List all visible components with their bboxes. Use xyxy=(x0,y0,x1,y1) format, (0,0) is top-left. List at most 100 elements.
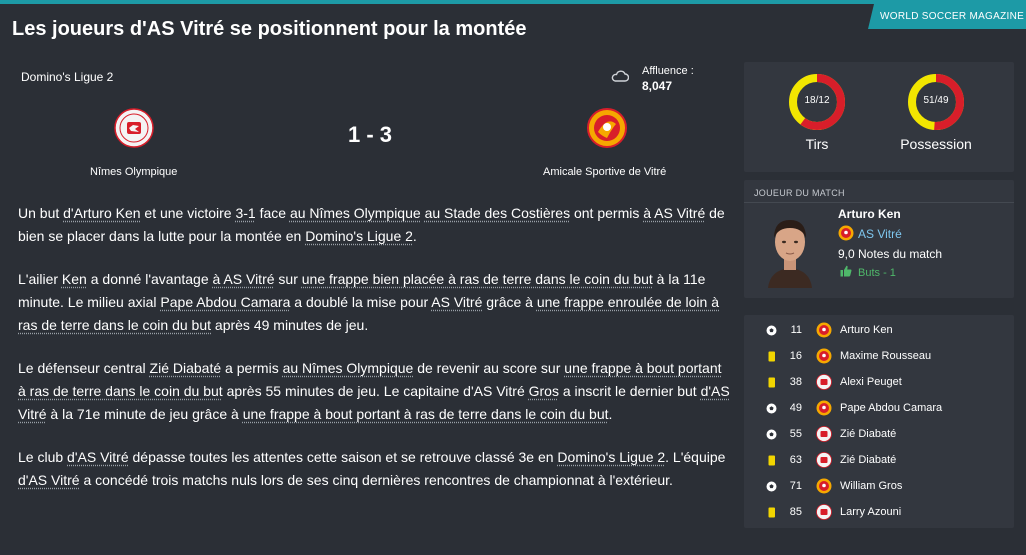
event-minute: 85 xyxy=(789,506,802,518)
article-link[interactable]: au Nîmes Olympique xyxy=(283,360,414,376)
article-text: a permis xyxy=(221,360,283,376)
article-text: de revenir au score sur xyxy=(413,360,565,376)
event-row[interactable]: 55 Zié Diabaté xyxy=(744,421,1014,447)
article-text: Le club xyxy=(18,449,68,465)
article-text: L'ailier xyxy=(18,271,62,287)
football-icon xyxy=(766,429,777,440)
yellow-card-icon xyxy=(768,351,775,362)
event-row[interactable]: 16 Maxime Rousseau xyxy=(744,343,1014,369)
article-paragraph: Le club d'AS Vitré dépasse toutes les at… xyxy=(18,446,730,492)
article-body: Un but d'Arturo Ken et une victoire 3-1 … xyxy=(18,202,730,512)
football-icon xyxy=(766,481,777,492)
article-link[interactable]: au Nîmes Olympique xyxy=(290,205,421,221)
article-text: sur xyxy=(274,271,302,287)
article-link[interactable]: Pape Abdou Camara xyxy=(160,294,290,310)
event-player[interactable]: Larry Azouni xyxy=(840,506,901,518)
article-paragraph: Le défenseur central Zié Diabaté a permi… xyxy=(18,357,730,426)
home-team-crest[interactable] xyxy=(114,108,154,148)
player-of-match-card[interactable]: JOUEUR DU MATCH Arturo Ken AS Vitré 9,0 … xyxy=(744,180,1014,298)
event-row[interactable]: 63 Zié Diabaté xyxy=(744,447,1014,473)
article-link[interactable]: à AS Vitré xyxy=(643,205,705,221)
home-team-name[interactable]: Nîmes Olympique xyxy=(90,166,177,178)
home-crest-icon xyxy=(816,452,832,468)
possession-label: Possession xyxy=(900,136,972,152)
yellow-card-icon xyxy=(768,507,775,518)
event-minute: 55 xyxy=(789,428,802,440)
article-link[interactable]: AS Vitré xyxy=(431,294,482,310)
event-player[interactable]: Zié Diabaté xyxy=(840,454,896,466)
article-text: ont permis xyxy=(570,205,644,221)
page-title: Les joueurs d'AS Vitré se positionnent p… xyxy=(12,18,527,40)
article-text: a inscrit le dernier but xyxy=(558,383,701,399)
away-team-crest[interactable] xyxy=(587,108,627,148)
header-bar: Les joueurs d'AS Vitré se positionnent p… xyxy=(0,0,1026,48)
event-row[interactable]: 38 Alexi Peuget xyxy=(744,369,1014,395)
article-link[interactable]: une frappe à bout portant à ras de terre… xyxy=(243,406,609,422)
article-paragraph: L'ailier Ken a donné l'avantage à AS Vit… xyxy=(18,268,730,337)
match-report: Domino's Ligue 2 Affluence : 8,047 1 - 3… xyxy=(0,48,738,555)
possession-value: 51/49 xyxy=(923,95,949,106)
home-crest-icon xyxy=(816,504,832,520)
event-player[interactable]: Pape Abdou Camara xyxy=(840,402,942,414)
article-text: grâce à xyxy=(482,294,537,310)
player-portrait[interactable] xyxy=(762,210,818,288)
article-link[interactable]: Zié Diabaté xyxy=(150,360,222,376)
magazine-badge[interactable]: WORLD SOCCER MAGAZINE xyxy=(868,4,1026,29)
football-icon xyxy=(766,403,777,414)
event-minute: 38 xyxy=(789,376,802,388)
event-minute: 63 xyxy=(789,454,802,466)
article-text: après 49 minutes de jeu. xyxy=(211,317,369,333)
score: 1 - 3 xyxy=(347,122,393,147)
event-player[interactable]: Alexi Peuget xyxy=(840,376,902,388)
yellow-card-icon xyxy=(768,455,775,466)
event-player[interactable]: Maxime Rousseau xyxy=(840,350,931,362)
home-crest-icon xyxy=(816,426,832,442)
cloud-icon xyxy=(611,70,629,82)
article-link[interactable]: à AS Vitré xyxy=(213,271,275,287)
event-player[interactable]: Arturo Ken xyxy=(840,324,893,336)
article-link[interactable]: Gros xyxy=(529,383,559,399)
article-text: et une victoire xyxy=(140,205,236,221)
article-link[interactable]: 3-1 xyxy=(235,205,255,221)
article-text: . xyxy=(412,228,417,244)
event-row[interactable]: 49 Pape Abdou Camara xyxy=(744,395,1014,421)
article-link[interactable]: Domino's Ligue 2 xyxy=(305,228,413,244)
article-link[interactable]: d'AS Vitré xyxy=(18,472,80,488)
attendance-value: 8,047 xyxy=(642,79,673,93)
article-text: Un but xyxy=(18,205,64,221)
motm-player-name[interactable]: Arturo Ken xyxy=(838,207,901,221)
thumbs-up-icon xyxy=(840,265,852,277)
event-row[interactable]: 85 Larry Azouni xyxy=(744,499,1014,525)
event-minute: 11 xyxy=(790,324,802,336)
article-link[interactable]: une frappe bien placée à ras de terre da… xyxy=(302,271,653,287)
article-text: dépasse toutes les attentes cette saison… xyxy=(128,449,558,465)
away-crest-icon xyxy=(816,322,832,338)
article-text: . xyxy=(608,406,613,422)
article-link[interactable]: d'AS Vitré xyxy=(67,449,129,465)
article-text: après 55 minutes de jeu. Le capitaine d'… xyxy=(222,383,529,399)
home-crest-icon xyxy=(816,374,832,390)
competition-name[interactable]: Domino's Ligue 2 xyxy=(21,70,113,84)
motm-goals: Buts - 1 xyxy=(858,267,896,279)
away-team-name[interactable]: Amicale Sportive de Vitré xyxy=(543,166,666,178)
event-player[interactable]: William Gros xyxy=(840,480,902,492)
article-text: Le défenseur central xyxy=(18,360,150,376)
motm-club-link[interactable]: AS Vitré xyxy=(858,227,902,241)
article-link[interactable]: d'Arturo Ken xyxy=(63,205,140,221)
shots-ring: 18/12 xyxy=(787,72,847,132)
shots-value: 18/12 xyxy=(804,95,830,106)
away-crest-icon xyxy=(816,478,832,494)
divider xyxy=(744,202,1014,203)
event-player[interactable]: Zié Diabaté xyxy=(840,428,896,440)
event-row[interactable]: 11 Arturo Ken xyxy=(744,317,1014,343)
away-crest-icon xyxy=(816,348,832,364)
article-link[interactable]: au Stade des Costières xyxy=(425,205,571,221)
away-crest-icon xyxy=(816,400,832,416)
article-link[interactable]: Domino's Ligue 2 xyxy=(557,449,665,465)
article-link[interactable]: Ken xyxy=(62,271,87,287)
event-minute: 71 xyxy=(789,480,802,492)
event-row[interactable]: 71 William Gros xyxy=(744,473,1014,499)
event-minute: 16 xyxy=(789,350,802,362)
club-crest-icon xyxy=(838,225,854,241)
motm-header: JOUEUR DU MATCH xyxy=(754,188,845,198)
